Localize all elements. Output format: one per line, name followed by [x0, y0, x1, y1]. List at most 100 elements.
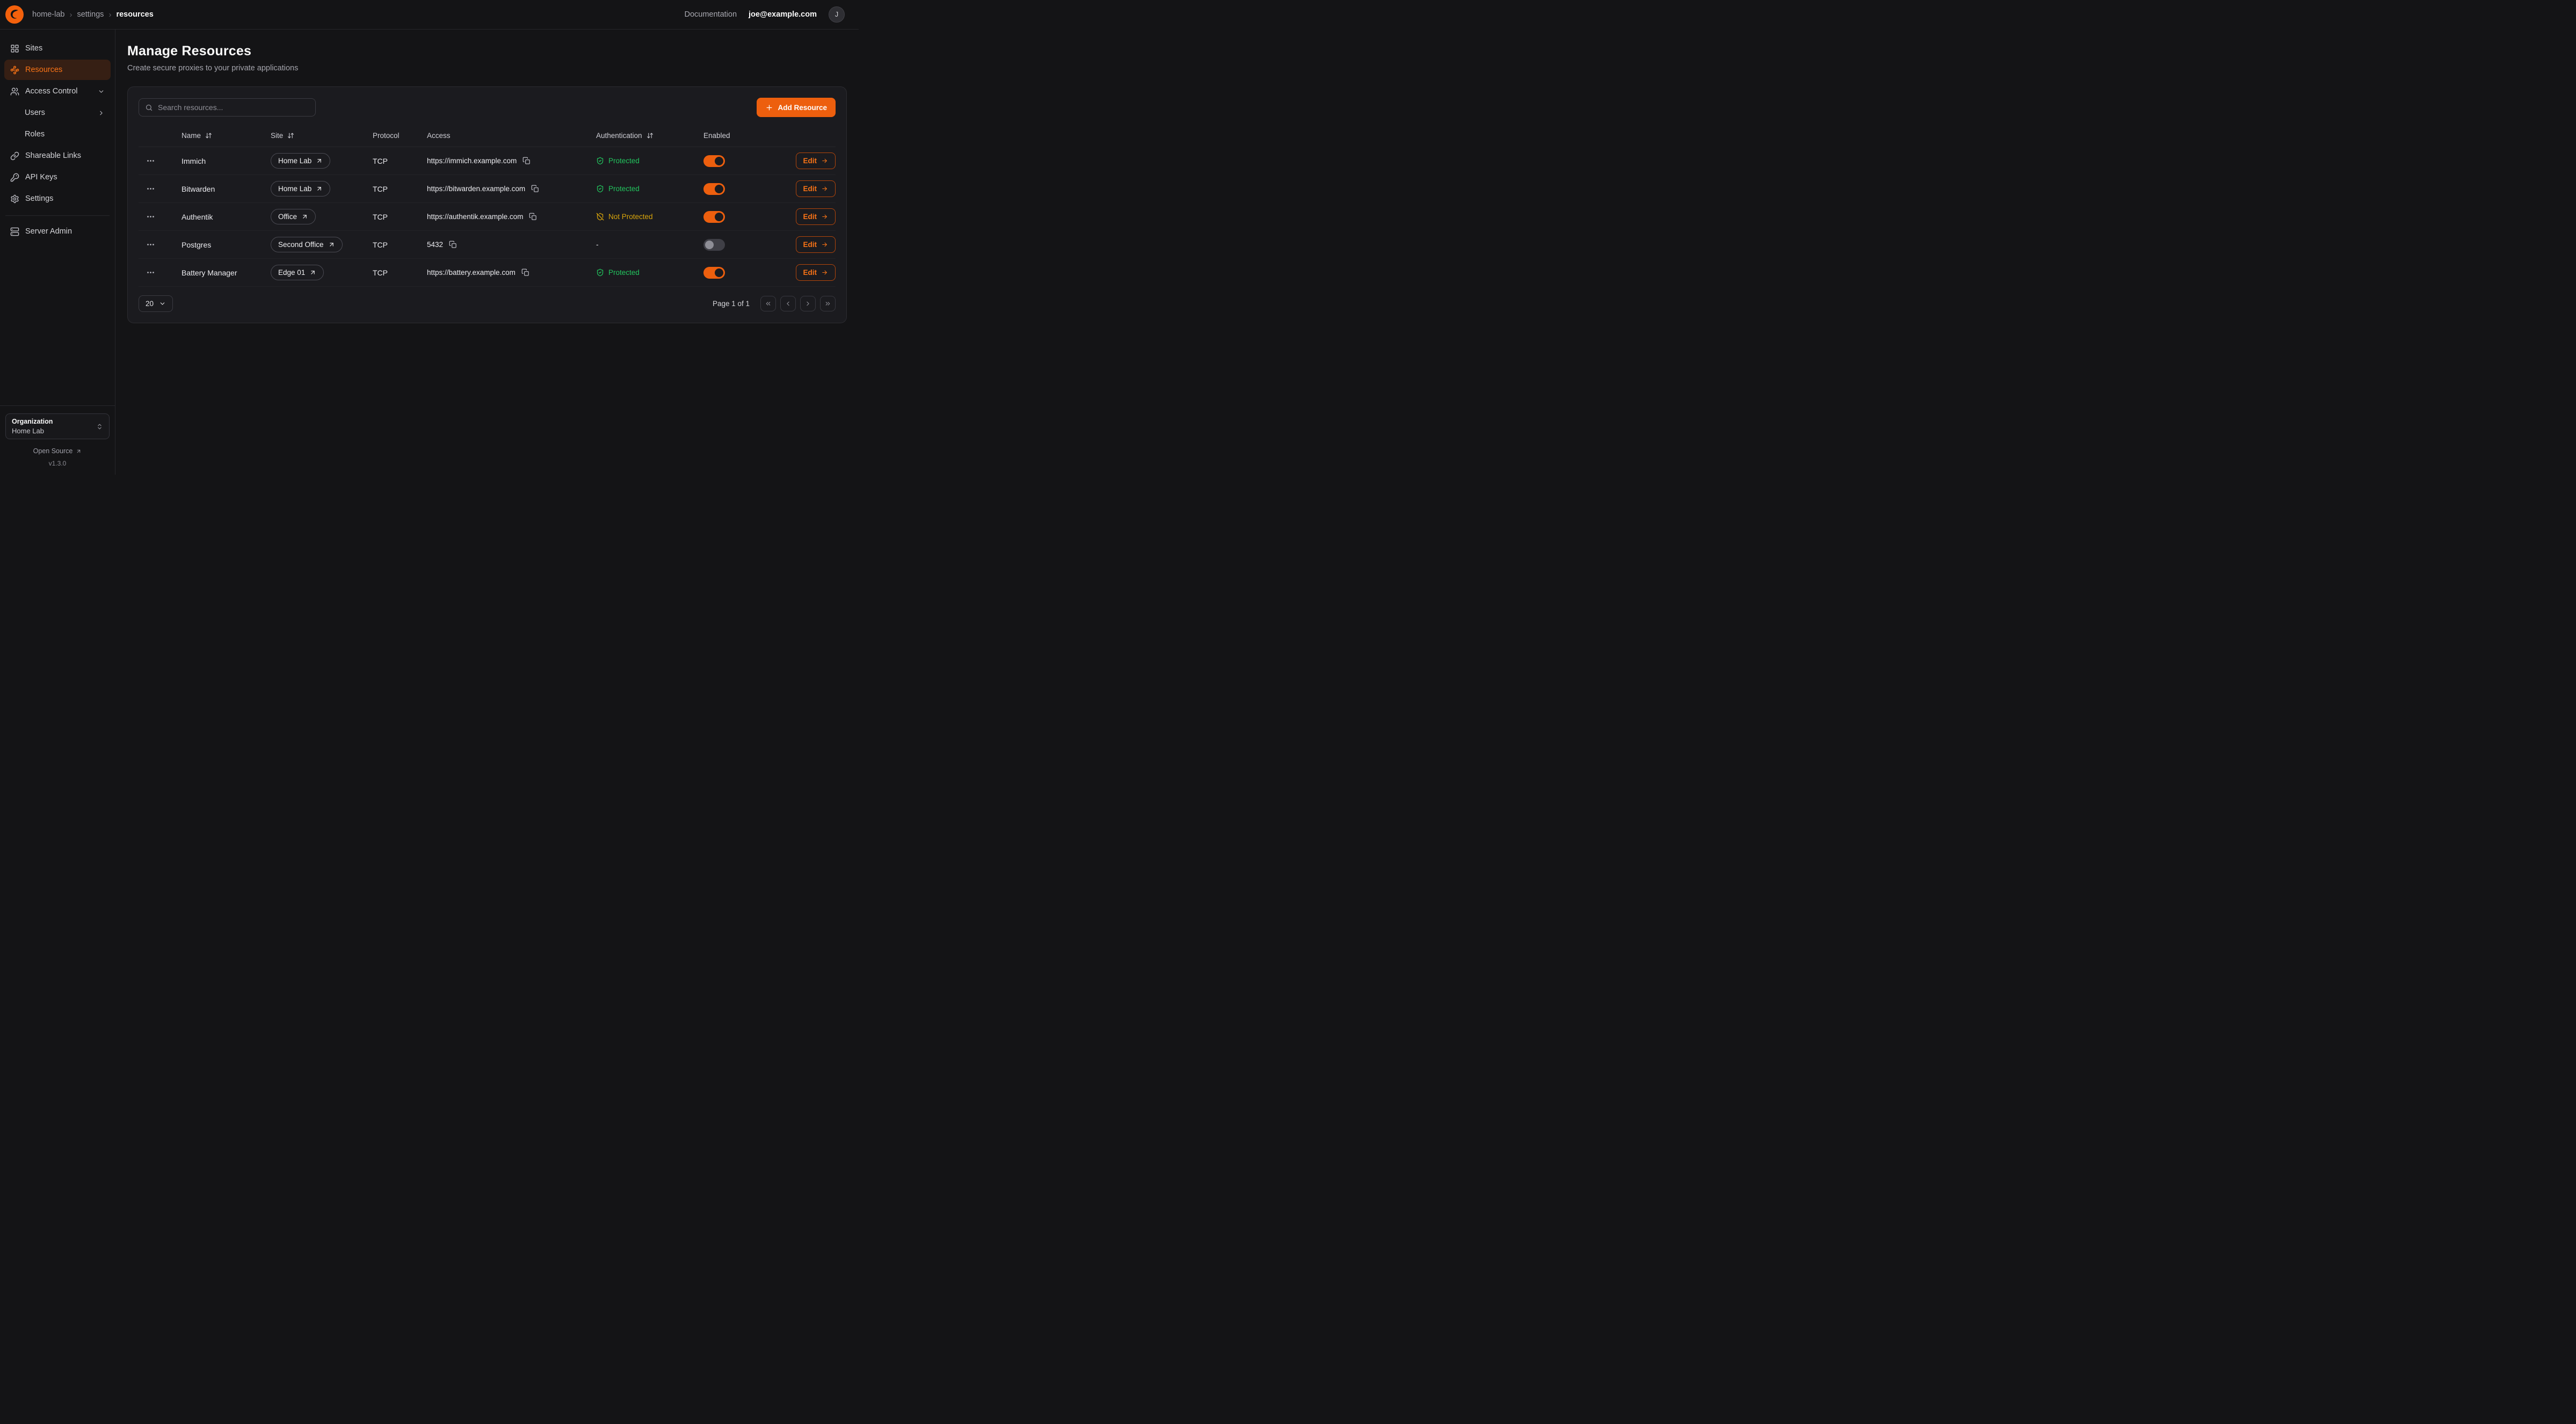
add-resource-button[interactable]: Add Resource — [757, 98, 836, 117]
enabled-toggle[interactable] — [703, 155, 725, 167]
column-header-enabled: Enabled — [703, 132, 773, 140]
edit-button[interactable]: Edit — [796, 208, 836, 225]
auth-cell: Protected — [596, 157, 703, 165]
arrow-right-icon — [821, 157, 828, 164]
auth-cell: Protected — [596, 185, 703, 193]
server-icon — [10, 227, 19, 236]
sidebar-item-resources[interactable]: Resources — [4, 60, 111, 80]
row-menu-button[interactable] — [145, 239, 156, 250]
add-resource-label: Add Resource — [778, 104, 827, 112]
site-link[interactable]: Second Office — [271, 237, 343, 252]
access-url: https://authentik.example.com — [427, 213, 523, 221]
shield-check-icon — [596, 185, 604, 193]
protocol: TCP — [373, 213, 427, 221]
user-email-menu[interactable]: joe@example.com — [749, 10, 817, 19]
org-label: Organization — [12, 418, 53, 425]
enabled-toggle[interactable] — [703, 211, 725, 223]
row-menu-button[interactable] — [145, 183, 156, 194]
copy-button[interactable] — [531, 184, 540, 193]
enabled-toggle[interactable] — [703, 267, 725, 279]
column-header-authentication[interactable]: Authentication — [596, 132, 703, 140]
sidebar-item-label: Shareable Links — [25, 151, 81, 160]
first-page-button[interactable] — [760, 296, 776, 311]
sidebar-item-settings[interactable]: Settings — [4, 188, 111, 209]
sidebar-item-roles[interactable]: Roles — [4, 124, 111, 144]
pager: Page 1 of 1 — [713, 296, 836, 311]
enabled-toggle[interactable] — [703, 183, 725, 195]
breadcrumb-resources[interactable]: resources — [116, 10, 153, 19]
site-link[interactable]: Office — [271, 209, 316, 224]
shield-check-icon — [596, 268, 604, 277]
shield-check-icon — [596, 157, 604, 165]
breadcrumb-home-lab[interactable]: home-lab — [32, 10, 64, 19]
app-logo[interactable] — [5, 5, 24, 24]
access-url: https://bitwarden.example.com — [427, 185, 525, 193]
main-content: Manage Resources Create secure proxies t… — [115, 30, 859, 475]
next-page-button[interactable] — [800, 296, 816, 311]
link-icon — [10, 151, 19, 161]
prev-page-button[interactable] — [780, 296, 796, 311]
sidebar-item-access-control[interactable]: Access Control — [4, 81, 111, 101]
page-size-value: 20 — [146, 300, 154, 308]
sidebar-divider — [5, 215, 110, 216]
row-menu-button[interactable] — [145, 155, 156, 166]
row-menu-button[interactable] — [145, 267, 156, 278]
open-source-link[interactable]: Open Source — [5, 447, 110, 455]
page-subtitle: Create secure proxies to your private ap… — [127, 64, 847, 72]
breadcrumb-separator-icon: › — [108, 10, 111, 19]
copy-button[interactable] — [521, 268, 530, 277]
last-page-button[interactable] — [820, 296, 836, 311]
arrow-right-icon — [821, 185, 828, 192]
site-link[interactable]: Edge 01 — [271, 265, 324, 280]
ellipsis-icon — [146, 268, 155, 277]
table-row: Battery Manager Edge 01 TCP https://batt… — [139, 259, 836, 287]
auth-cell: Not Protected — [596, 213, 703, 221]
search-input[interactable] — [158, 103, 309, 112]
shell: Sites Resources Access Control Users Rol… — [0, 30, 859, 475]
enabled-toggle[interactable] — [703, 239, 725, 251]
gear-icon — [10, 194, 19, 204]
documentation-link[interactable]: Documentation — [685, 10, 737, 19]
edit-button[interactable]: Edit — [796, 236, 836, 253]
resource-name: Battery Manager — [182, 268, 271, 277]
search-icon — [145, 104, 153, 112]
sidebar-item-shareable-links[interactable]: Shareable Links — [4, 146, 111, 166]
column-header-name[interactable]: Name — [182, 132, 271, 140]
sidebar-item-label: Users — [25, 108, 45, 117]
edit-button[interactable]: Edit — [796, 264, 836, 281]
resource-name: Authentik — [182, 213, 271, 221]
avatar[interactable]: J — [829, 6, 845, 23]
auth-cell: Protected — [596, 268, 703, 277]
topbar-right: Documentation joe@example.com J — [685, 6, 845, 23]
copy-button[interactable] — [522, 156, 531, 165]
page-size-select[interactable]: 20 — [139, 295, 173, 312]
external-link-icon — [316, 185, 323, 192]
breadcrumb-settings[interactable]: settings — [77, 10, 104, 19]
edit-button[interactable]: Edit — [796, 180, 836, 197]
resource-name: Immich — [182, 157, 271, 165]
resource-name: Postgres — [182, 241, 271, 249]
site-link[interactable]: Home Lab — [271, 181, 330, 197]
org-selector[interactable]: Organization Home Lab — [5, 413, 110, 439]
row-menu-button[interactable] — [145, 211, 156, 222]
sort-icon — [287, 132, 294, 139]
chevron-right-icon — [804, 300, 811, 307]
edit-button[interactable]: Edit — [796, 152, 836, 169]
sidebar-item-users[interactable]: Users — [4, 103, 111, 123]
chevrons-right-icon — [824, 300, 831, 307]
sidebar-item-server-admin[interactable]: Server Admin — [4, 221, 111, 242]
users-icon — [10, 87, 19, 96]
edit-label: Edit — [803, 268, 817, 277]
sidebar-item-api-keys[interactable]: API Keys — [4, 167, 111, 187]
column-header-site[interactable]: Site — [271, 132, 373, 140]
arrow-right-icon — [821, 213, 828, 220]
sidebar-item-label: Sites — [25, 44, 42, 53]
sidebar-item-sites[interactable]: Sites — [4, 38, 111, 59]
copy-button[interactable] — [528, 212, 538, 221]
site-name: Home Lab — [278, 157, 311, 165]
site-link[interactable]: Home Lab — [271, 153, 330, 169]
copy-icon — [529, 213, 537, 221]
external-link-icon — [316, 157, 323, 164]
resources-table: Name Site Protocol Access Authentication — [139, 125, 836, 287]
copy-button[interactable] — [448, 240, 458, 249]
